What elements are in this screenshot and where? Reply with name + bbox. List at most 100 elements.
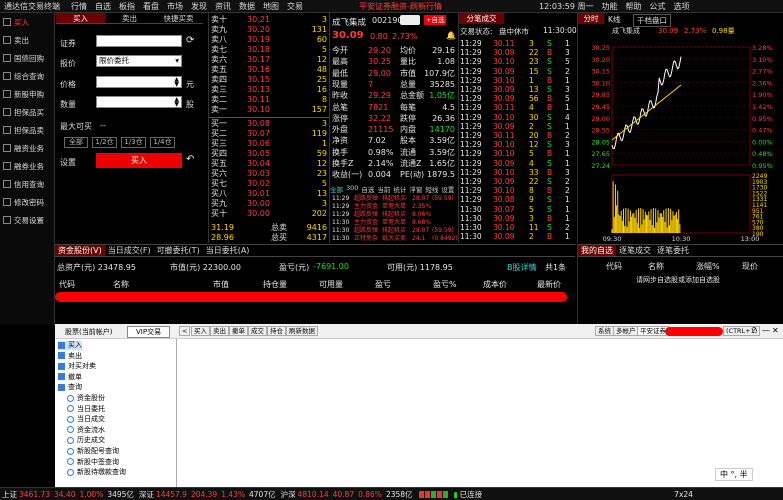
- ask-row[interactable]: 卖二 30.11 8: [209, 95, 329, 105]
- subtab-settings[interactable]: 设置: [441, 184, 454, 194]
- tree-item[interactable]: 当日成交: [67, 415, 105, 424]
- tree-item[interactable]: 对买对卖: [58, 362, 96, 371]
- holdings-col-header[interactable]: 最新价: [537, 279, 561, 290]
- refresh-icon[interactable]: ⟳: [186, 35, 194, 46]
- stepper-icon[interactable]: ▲ ▼: [174, 77, 179, 88]
- menu-quotes[interactable]: 行情: [67, 1, 91, 12]
- tree-item[interactable]: 买入: [58, 341, 82, 350]
- menu-map[interactable]: 地图: [259, 1, 283, 12]
- menu-news[interactable]: 资讯: [211, 1, 235, 12]
- tool-cancel-button[interactable]: 撤单: [229, 326, 248, 336]
- holdings-col-header[interactable]: 代码: [59, 279, 75, 290]
- col-price[interactable]: 现价: [742, 261, 758, 272]
- vip-button[interactable]: VIP交易: [127, 326, 171, 338]
- bid-row[interactable]: 买一 30.08 3: [209, 119, 329, 129]
- nav-password[interactable]: 修改密码: [0, 193, 54, 211]
- hs-index[interactable]: 4810.14: [298, 490, 329, 499]
- tree-item[interactable]: 撤单: [58, 373, 82, 382]
- ask-row[interactable]: 卖三 30.13 16: [209, 85, 329, 95]
- holdings-col-header[interactable]: 盈亏%: [433, 279, 457, 290]
- menu-functions[interactable]: 功能: [597, 1, 621, 12]
- tab-sell[interactable]: 卖出: [105, 13, 154, 23]
- quick-all-button[interactable]: 全部: [64, 137, 88, 148]
- nav-collateral-buy[interactable]: 担保品买: [0, 103, 54, 121]
- tree-item[interactable]: 历史成交: [67, 436, 105, 445]
- tree-item[interactable]: 卖出: [58, 352, 82, 361]
- tool-sell-button[interactable]: 卖出: [210, 326, 229, 336]
- menu-sectors[interactable]: 板指: [115, 1, 139, 12]
- tab-buy[interactable]: 买入: [56, 13, 105, 23]
- quick-third-button[interactable]: 1/3仓: [121, 137, 146, 148]
- buy-button[interactable]: 买入: [96, 153, 182, 168]
- tab-quick[interactable]: 快捷买卖: [154, 13, 203, 23]
- nav-ipo[interactable]: 新股申购: [0, 85, 54, 103]
- tab-kline[interactable]: K线: [608, 14, 620, 25]
- news-7x24[interactable]: 7x24: [674, 490, 693, 499]
- ask-row[interactable]: 卖十 30.21 3: [209, 15, 329, 25]
- bid-row[interactable]: 买二 30.07 119: [209, 129, 329, 139]
- alert-row[interactable]: 11:30 正特免杂 纸大买卖 24.1 (0.8492): [330, 235, 458, 243]
- bid-row[interactable]: 买七 30.02 5: [209, 179, 329, 189]
- tool-buy-button[interactable]: 买入: [191, 326, 210, 336]
- ask-row[interactable]: 卖八 30.19 60: [209, 35, 329, 45]
- b-share-link[interactable]: B股详情: [507, 262, 537, 273]
- bid-row[interactable]: 买十 30.00 202: [209, 209, 329, 219]
- help-icon[interactable]: ?: [752, 326, 756, 335]
- nav-sell[interactable]: 卖出: [0, 31, 54, 49]
- tree-item[interactable]: 资金流水: [67, 426, 105, 435]
- tab-tick-order[interactable]: 逐笔委托: [654, 245, 692, 256]
- bid-row[interactable]: 买五 30.04 12: [209, 159, 329, 169]
- price-type-select[interactable]: 限价委托 ▾: [96, 55, 182, 67]
- collapse-icon[interactable]: <: [179, 326, 191, 336]
- subtab-short[interactable]: 短线: [425, 184, 438, 194]
- bid-row[interactable]: 买三 30.06 1: [209, 139, 329, 149]
- alert-row[interactable]: 11:30 超跌反弹 排起机买 28.07 (59.59): [330, 227, 457, 235]
- col-pct[interactable]: 涨幅%: [696, 261, 720, 272]
- menu-market[interactable]: 市场: [163, 1, 187, 12]
- bell-icon[interactable]: 🔔: [446, 31, 456, 40]
- tab-ticks[interactable]: 分笔成交: [459, 13, 504, 24]
- security-input[interactable]: [96, 35, 182, 47]
- ask-row[interactable]: 卖九 30.20 131: [209, 25, 329, 35]
- tree-item[interactable]: 新股待缴款查询: [67, 468, 126, 477]
- col-name[interactable]: 名称: [648, 261, 664, 272]
- ask-row[interactable]: 卖五 30.16 48: [209, 65, 329, 75]
- settings-link[interactable]: 设置: [60, 157, 76, 168]
- tree-item[interactable]: 当日委托: [67, 405, 105, 414]
- quick-half-button[interactable]: 1/2仓: [92, 137, 117, 148]
- tab-cancelable[interactable]: 可撤委托(T): [154, 245, 203, 256]
- tab-my-watch[interactable]: 我的自选: [578, 245, 616, 256]
- bid-row[interactable]: 买四 30.05 59: [209, 149, 329, 159]
- menu-help[interactable]: 帮助: [621, 1, 645, 12]
- menu-formula[interactable]: 公式: [645, 1, 669, 12]
- ime-indicator[interactable]: 中 °, 半: [715, 468, 753, 481]
- bid-row[interactable]: 买六 30.03 23: [209, 169, 329, 179]
- menu-data[interactable]: 数据: [235, 1, 259, 12]
- add-watchlist-button[interactable]: +自选: [424, 15, 447, 25]
- alert-row[interactable]: 11:30 主力资金 单笔大单 8.68%: [330, 219, 457, 227]
- alert-row[interactable]: 11:29 超跌反弹 排起机买 28.07 (59.59): [330, 195, 457, 203]
- subtab-stats[interactable]: 统计: [393, 184, 406, 194]
- subtab-300[interactable]: 300: [346, 184, 358, 194]
- tab-today-orders[interactable]: 当日委托(A): [203, 245, 253, 256]
- tool-position-button[interactable]: 持仓: [267, 326, 286, 336]
- tab-intraday[interactable]: 分时: [578, 13, 604, 24]
- menu-discover[interactable]: 发现: [187, 1, 211, 12]
- nav-query[interactable]: 综合查询: [0, 67, 54, 85]
- nav-settings[interactable]: 交易设置: [0, 211, 54, 229]
- nav-repo[interactable]: 国债回购: [0, 49, 54, 67]
- tool-deal-button[interactable]: 成交: [248, 326, 267, 336]
- holdings-col-header[interactable]: 成本价: [483, 279, 507, 290]
- menu-options[interactable]: 选项: [669, 1, 693, 12]
- ask-row[interactable]: 卖七 30.18 5: [209, 45, 329, 55]
- subtab-float[interactable]: 浮窗: [409, 184, 422, 194]
- bid-row[interactable]: 买八 30.01 13: [209, 189, 329, 199]
- ask-row[interactable]: 卖一 30.10 157: [209, 105, 329, 115]
- nav-short[interactable]: 融券业务: [0, 157, 54, 175]
- nav-collateral-sell[interactable]: 担保品卖: [0, 121, 54, 139]
- holdings-col-header[interactable]: 持仓量: [263, 279, 287, 290]
- stepper-icon[interactable]: ▲ ▼: [174, 97, 179, 108]
- nav-credit-query[interactable]: 信用查询: [0, 175, 54, 193]
- ask-row[interactable]: 卖六 30.17 12: [209, 55, 329, 65]
- chart-canvas[interactable]: 30.25 3.28% 30.20 3.10% 30.15 2.77% 30.10 2.36%…: [578, 25, 783, 243]
